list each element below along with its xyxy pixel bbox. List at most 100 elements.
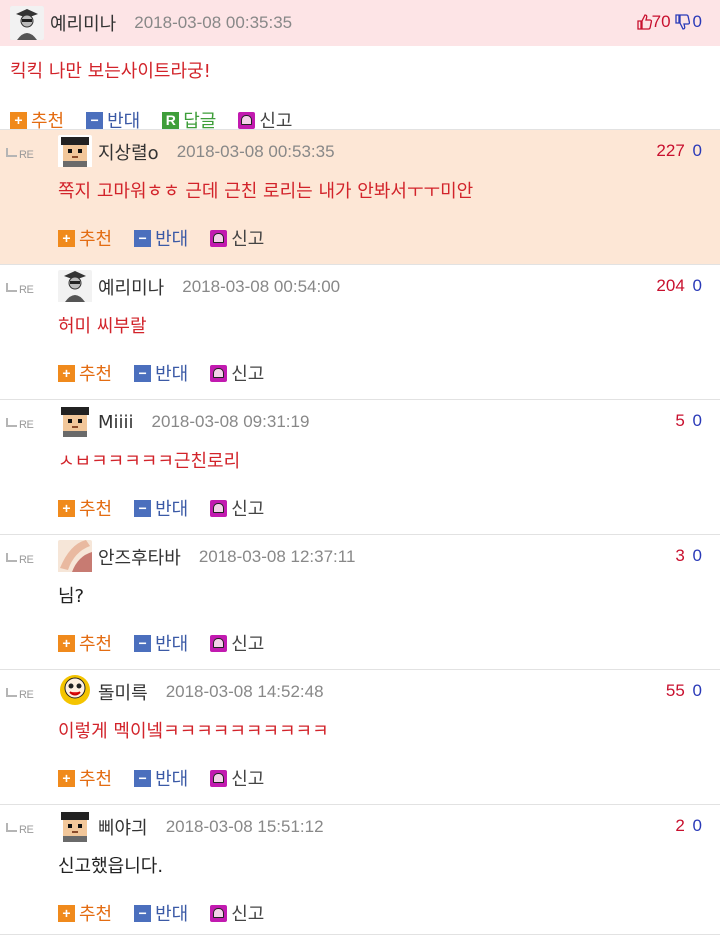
recommend-button[interactable]: + 추천 (58, 630, 112, 656)
recommend-label: 추천 (79, 904, 113, 925)
thumbs-up-icon (636, 14, 652, 30)
oppose-label: 반대 (155, 904, 189, 925)
report-label: 신고 (231, 229, 265, 250)
report-button[interactable]: 신고 (210, 765, 264, 791)
report-button[interactable]: 신고 (210, 900, 264, 926)
recommend-button[interactable]: + 추천 (58, 765, 112, 791)
pixel-avatar-icon (58, 135, 92, 169)
upvote-count: 5 (675, 411, 685, 430)
comment-header: Miiii 2018-03-08 09:31:19 5 0 (58, 400, 720, 444)
minus-icon: − (134, 904, 152, 922)
comment-actions: + 추천 − 반대 신고 (58, 621, 720, 665)
downvote-count: 0 (692, 546, 702, 565)
siren-icon (210, 769, 228, 787)
comment-text: 허미 씨부랄 (58, 316, 147, 337)
vote-counts: 70 0 (636, 12, 702, 32)
root-comment: 예리미나 2018-03-08 00:35:35 70 0 킥킥 나만 보는사이… (0, 0, 720, 132)
report-button[interactable]: 신고 (210, 225, 264, 251)
comment-actions: + 추천 − 반대 신고 (58, 486, 720, 530)
avatar[interactable] (58, 135, 92, 169)
reply-list: RE 지상렬o 2018-03-08 00:53:35 227 0 쪽지 고마워… (0, 130, 720, 935)
nickname[interactable]: 예리미나 (50, 10, 116, 36)
recommend-button[interactable]: + 추천 (58, 495, 112, 521)
upvote-count: 227 (656, 141, 685, 160)
avatar[interactable] (58, 405, 92, 439)
comment-header: 안즈후타바 2018-03-08 12:37:11 3 0 (58, 535, 720, 579)
avatar[interactable] (58, 675, 92, 709)
pixel-avatar-icon (58, 405, 92, 439)
nickname[interactable]: 예리미나 (98, 274, 164, 300)
avatar[interactable] (10, 6, 44, 40)
upvote-count: 70 (651, 12, 671, 31)
comment-text: 이렇게 멕이넼ㅋㅋㅋㅋㅋㅋㅋㅋㅋㅋ (58, 721, 329, 742)
minus-icon: − (134, 364, 152, 382)
plus-icon: + (10, 111, 27, 129)
avatar[interactable] (58, 270, 92, 304)
recommend-button[interactable]: + 추천 (58, 225, 112, 251)
nickname[interactable]: Miiii (98, 412, 134, 433)
recommend-button[interactable]: + 추천 (58, 360, 112, 386)
reply-indicator-icon: RE (6, 148, 34, 161)
photo-avatar-icon (58, 540, 92, 574)
oppose-label: 반대 (155, 229, 189, 250)
recommend-label: 추천 (79, 499, 113, 520)
recommend-label: 추천 (79, 634, 113, 655)
comment-header: 삐야긔 2018-03-08 15:51:12 2 0 (58, 805, 720, 849)
reply-indicator-icon: RE (6, 283, 34, 296)
siren-icon (210, 634, 228, 652)
avatar[interactable] (58, 810, 92, 844)
nickname[interactable]: 삐야긔 (98, 814, 148, 840)
nickname[interactable]: 돌미륵 (98, 679, 148, 705)
reply-indicator-icon: RE (6, 823, 34, 836)
oppose-label: 반대 (155, 364, 189, 385)
recommend-label: 추천 (79, 769, 113, 790)
report-button[interactable]: 신고 (210, 630, 264, 656)
vote-counts: 3 0 (675, 546, 702, 566)
pixel-avatar-icon (58, 810, 92, 844)
minus-icon: − (86, 111, 104, 129)
comment-actions: + 추천 − 반대 신고 (58, 756, 720, 800)
reply-comment: RE Miiii 2018-03-08 09:31:19 5 0 ㅅㅂㅋㅋㅋㅋㅋ… (0, 400, 720, 535)
oppose-button[interactable]: − 반대 (134, 765, 188, 791)
vote-counts: 2 0 (675, 816, 702, 836)
nickname[interactable]: 안즈후타바 (98, 544, 181, 570)
downvote-count: 0 (692, 816, 702, 835)
reply-comment: RE 지상렬o 2018-03-08 00:53:35 227 0 쪽지 고마워… (0, 130, 720, 265)
downvote-count: 0 (692, 141, 702, 160)
reply-icon: R (162, 111, 180, 129)
siren-icon (210, 499, 228, 517)
plus-icon: + (58, 499, 75, 517)
minus-icon: − (134, 634, 152, 652)
timestamp: 2018-03-08 00:35:35 (134, 13, 293, 32)
oppose-button[interactable]: − 반대 (134, 225, 188, 251)
plus-icon: + (58, 364, 75, 382)
oppose-button[interactable]: − 반대 (134, 900, 188, 926)
timestamp: 2018-03-08 12:37:11 (198, 547, 356, 566)
reply-comment: RE 돌미륵 2018-03-08 14:52:48 55 0 이렇게 멕이넼ㅋ… (0, 670, 720, 805)
minus-icon: − (134, 229, 152, 247)
nickname[interactable]: 지상렬o (98, 139, 159, 165)
recommend-button[interactable]: + 추천 (58, 900, 112, 926)
reply-indicator-icon: RE (6, 418, 34, 431)
minus-icon: − (134, 499, 152, 517)
timestamp: 2018-03-08 09:31:19 (151, 412, 310, 431)
comment-header: 예리미나 2018-03-08 00:35:35 70 0 (0, 0, 720, 46)
timestamp: 2018-03-08 00:54:00 (182, 277, 341, 296)
report-button[interactable]: 신고 (210, 360, 264, 386)
report-button[interactable]: 신고 (210, 495, 264, 521)
vote-counts: 204 0 (656, 276, 702, 296)
downvote-count: 0 (692, 276, 702, 295)
reply-indicator-icon: RE (6, 553, 34, 566)
oppose-button[interactable]: − 반대 (134, 495, 188, 521)
oppose-button[interactable]: − 반대 (134, 630, 188, 656)
oppose-button[interactable]: − 반대 (134, 360, 188, 386)
comment-text: 킥킥 나만 보는사이트라궁! (10, 61, 211, 82)
comment-actions: + 추천 − 반대 신고 (58, 351, 720, 395)
report-label: 신고 (231, 499, 265, 520)
minus-icon: − (134, 769, 152, 787)
comment-header: 지상렬o 2018-03-08 00:53:35 227 0 (58, 130, 720, 174)
comment-list: 예리미나 2018-03-08 00:35:35 70 0 킥킥 나만 보는사이… (0, 0, 720, 935)
siren-icon (210, 229, 228, 247)
comment-actions: + 추천 − 반대 신고 (58, 216, 720, 260)
avatar[interactable] (58, 540, 92, 574)
